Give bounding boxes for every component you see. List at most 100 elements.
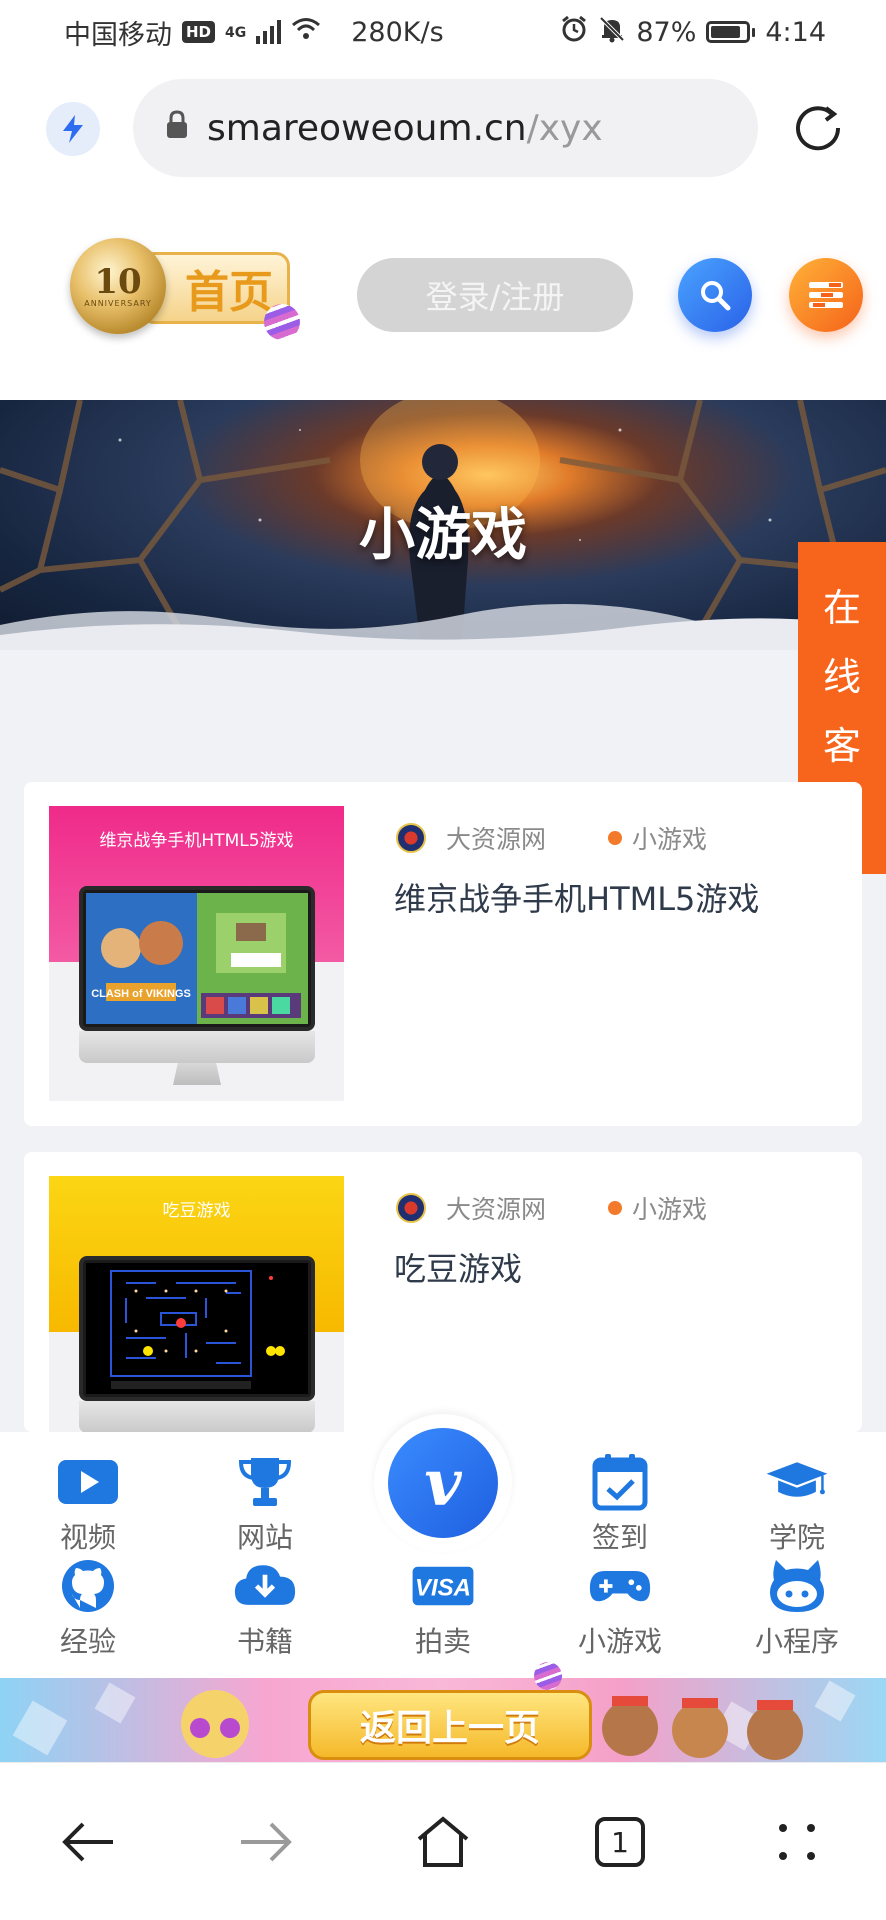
page-banner: 小游戏 bbox=[0, 400, 886, 650]
video-play-icon bbox=[56, 1454, 120, 1510]
nav-label: 学院 bbox=[768, 1521, 825, 1554]
tab-count: 1 bbox=[595, 1817, 645, 1867]
reload-icon[interactable] bbox=[790, 100, 846, 156]
game-thumbnail[interactable]: 吃豆游戏 bbox=[49, 1176, 344, 1432]
nav-item-miniprogram[interactable]: 小程序 bbox=[737, 1558, 857, 1660]
signal-icon bbox=[256, 20, 282, 44]
github-icon bbox=[56, 1558, 120, 1614]
nav-label: 书籍 bbox=[236, 1625, 293, 1658]
center-vimeo-button[interactable]: v bbox=[374, 1414, 512, 1552]
game-logo-text: CLASH of VIKINGS bbox=[91, 988, 191, 1000]
url-path: /xyx bbox=[526, 107, 603, 149]
monitor-chin bbox=[79, 1031, 315, 1063]
wifi-icon bbox=[291, 17, 321, 48]
anniversary-medal-icon: 10 ANNIVERSARY bbox=[70, 238, 166, 334]
status-bar: 中国移动 HD 4G 280K/s 87% 4:14 bbox=[0, 0, 886, 64]
battery-icon bbox=[706, 21, 756, 43]
menu-icon bbox=[809, 282, 843, 308]
logo-home-text: 首页 bbox=[185, 267, 273, 318]
browser-url-bar: smareoweoum.cn/xyx bbox=[0, 64, 886, 192]
octocat-icon bbox=[765, 1558, 829, 1614]
network-speed: 280K/s bbox=[351, 16, 444, 48]
go-back-button[interactable]: 返回上一页 bbox=[308, 1690, 592, 1760]
nav-label: 网站 bbox=[236, 1521, 293, 1554]
source-avatar-icon bbox=[396, 823, 426, 853]
game-thumbnail[interactable]: 维京战争手机HTML5游戏 CLASH of VIKINGS bbox=[49, 806, 344, 1101]
nav-item-academy[interactable]: 学院 bbox=[737, 1454, 857, 1556]
nav-item-books[interactable]: 书籍 bbox=[205, 1558, 325, 1660]
menu-button[interactable] bbox=[789, 258, 863, 332]
nav-label: 视频 bbox=[59, 1521, 116, 1554]
calendar-check-icon bbox=[588, 1454, 652, 1511]
card-title[interactable]: 吃豆游戏 bbox=[394, 1244, 522, 1290]
network-type: 4G bbox=[225, 24, 247, 41]
monitor-stand bbox=[173, 1063, 221, 1085]
category-label[interactable]: 小游戏 bbox=[632, 1190, 707, 1226]
site-header: 首页 10 ANNIVERSARY 登录/注册 bbox=[0, 192, 886, 400]
nav-item-website[interactable]: 网站 bbox=[205, 1454, 325, 1556]
back-banner: 返回上一页 bbox=[0, 1678, 886, 1762]
card-meta: 大资源网 小游戏 bbox=[396, 1190, 707, 1226]
monitor-image bbox=[79, 1256, 315, 1401]
nav-item-checkin[interactable]: 签到 bbox=[560, 1454, 680, 1556]
graduation-cap-icon bbox=[765, 1454, 829, 1510]
source-name[interactable]: 大资源网 bbox=[446, 1190, 546, 1226]
login-register-button[interactable]: 登录/注册 bbox=[357, 258, 633, 332]
carrier-label: 中国移动 bbox=[64, 19, 172, 51]
category-dot-icon bbox=[608, 1201, 623, 1215]
search-button[interactable] bbox=[678, 258, 752, 332]
pacman-screen-art bbox=[110, 1270, 285, 1389]
browser-bottom-bar: 1 bbox=[0, 1762, 886, 1920]
bolt-icon[interactable] bbox=[46, 102, 100, 156]
alarm-icon bbox=[560, 15, 588, 50]
service-char: 线 bbox=[822, 655, 861, 699]
nav-label: 小游戏 bbox=[577, 1625, 662, 1658]
trophy-icon bbox=[233, 1454, 297, 1510]
thumbnail-caption: 维京战争手机HTML5游戏 bbox=[99, 831, 294, 851]
decorative-ball-icon bbox=[264, 304, 300, 340]
bottom-nav-grid: 视频 网站 v 签到 学院 经验 书籍 VISA 拍卖 小游戏 小程序 bbox=[0, 1414, 886, 1678]
search-icon bbox=[701, 281, 731, 311]
decorative-ball-icon bbox=[534, 1662, 562, 1690]
visa-icon: VISA bbox=[411, 1558, 475, 1614]
source-avatar-icon bbox=[396, 1193, 426, 1223]
nav-label: 签到 bbox=[591, 1521, 648, 1554]
service-char: 客 bbox=[822, 724, 861, 768]
more-menu-icon[interactable] bbox=[762, 1807, 832, 1877]
nav-label: 经验 bbox=[59, 1625, 116, 1658]
battery-percent: 87% bbox=[636, 16, 697, 48]
vimeo-icon: v bbox=[388, 1428, 498, 1538]
list-item[interactable]: 维京战争手机HTML5游戏 CLASH of VIKINGS 大资源网 小游戏 … bbox=[24, 782, 862, 1126]
forward-arrow-icon[interactable] bbox=[230, 1807, 300, 1877]
url-input[interactable]: smareoweoum.cn/xyx bbox=[133, 79, 758, 177]
banner-title: 小游戏 bbox=[359, 503, 527, 568]
game-screen-art: CLASH of VIKINGS bbox=[86, 893, 308, 1024]
home-icon[interactable] bbox=[408, 1807, 478, 1877]
nav-item-minigames[interactable]: 小游戏 bbox=[560, 1558, 680, 1660]
cloud-download-icon bbox=[233, 1558, 297, 1614]
gamepad-icon bbox=[588, 1558, 652, 1614]
list-item[interactable]: 吃豆游戏 大资源网 小游戏 吃豆游戏 bbox=[24, 1152, 862, 1432]
monitor-image: CLASH of VIKINGS bbox=[79, 886, 315, 1031]
monitor-chin bbox=[79, 1401, 315, 1432]
back-arrow-icon[interactable] bbox=[54, 1807, 124, 1877]
service-char: 在 bbox=[822, 586, 861, 630]
nav-item-video[interactable]: 视频 bbox=[28, 1454, 148, 1556]
source-name[interactable]: 大资源网 bbox=[446, 820, 546, 856]
medal-number: 10 bbox=[94, 261, 142, 302]
medal-anniversary: ANNIVERSARY bbox=[84, 298, 152, 308]
nav-label: 小程序 bbox=[754, 1625, 839, 1658]
mute-icon bbox=[598, 15, 626, 50]
thumbnail-caption: 吃豆游戏 bbox=[162, 1201, 231, 1221]
card-title[interactable]: 维京战争手机HTML5游戏 bbox=[394, 874, 759, 920]
nav-item-experience[interactable]: 经验 bbox=[28, 1558, 148, 1660]
tabs-button[interactable]: 1 bbox=[585, 1807, 655, 1877]
nav-label: 拍卖 bbox=[414, 1625, 471, 1658]
card-meta: 大资源网 小游戏 bbox=[396, 820, 707, 856]
clock: 4:14 bbox=[765, 16, 826, 48]
site-logo[interactable]: 首页 10 ANNIVERSARY bbox=[60, 234, 300, 342]
url-host: smareoweoum.cn bbox=[207, 107, 527, 149]
category-label[interactable]: 小游戏 bbox=[632, 820, 707, 856]
nav-item-auction[interactable]: VISA 拍卖 bbox=[383, 1558, 503, 1660]
lock-icon bbox=[165, 108, 189, 149]
